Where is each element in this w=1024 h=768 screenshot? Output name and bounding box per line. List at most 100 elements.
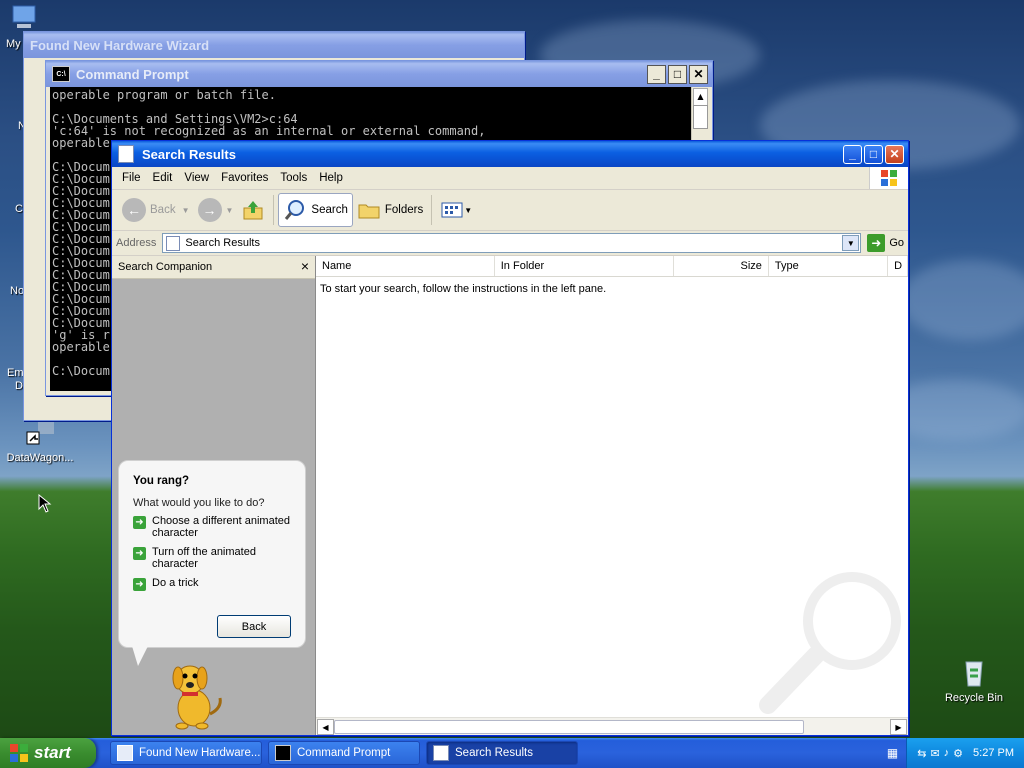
wizard-titlebar[interactable]: Found New Hardware Wizard [24, 32, 524, 58]
column-type[interactable]: Type [769, 256, 889, 276]
console-line: operable program or batch file. [52, 88, 276, 102]
desktop-icon-recycle-bin[interactable]: Recycle Bin [934, 656, 1014, 704]
up-folder-button[interactable] [237, 193, 269, 227]
start-label: start [34, 743, 71, 762]
console-line: 'c:64' is not recognized as an internal … [52, 124, 486, 138]
window-title: Command Prompt [76, 66, 189, 82]
scroll-left-icon[interactable]: ◀ [317, 719, 334, 735]
back-button[interactable]: ← Back ▼ [118, 193, 194, 227]
menu-view[interactable]: View [178, 172, 215, 184]
search-folder-icon [118, 145, 134, 163]
folders-label: Folders [384, 204, 424, 216]
maximize-button[interactable]: □ [668, 64, 687, 84]
search-companion-header: Search Companion × [112, 256, 315, 279]
tray-icon[interactable]: ✉ [930, 747, 939, 760]
cmd-titlebar[interactable]: C:\ Command Prompt _ □ ✕ [46, 61, 712, 87]
option-turn-off-character[interactable]: ➜ Turn off the animated character [133, 546, 291, 570]
close-button[interactable]: ✕ [885, 144, 904, 164]
desktop-icon-datawagon[interactable]: DataWagon... [0, 416, 80, 464]
cmd-icon: C:\ [52, 66, 70, 82]
option-choose-character[interactable]: ➜ Choose a different animated character [133, 515, 291, 539]
menu-favorites[interactable]: Favorites [215, 172, 274, 184]
menu-bar: File Edit View Favorites Tools Help [112, 167, 908, 190]
search-companion-pane: Search Companion × You rang? What would … [112, 256, 316, 735]
bubble-question: What would you like to do? [133, 497, 265, 509]
column-headers: Name In Folder Size Type D [316, 256, 908, 277]
go-arrow-icon: ➜ [867, 234, 886, 252]
windows-flag-icon [10, 744, 28, 762]
safely-remove-icon[interactable]: ⚙ [953, 747, 963, 760]
task-label: Command Prompt [297, 747, 391, 759]
task-label: Search Results [455, 747, 533, 759]
assistant-speech-bubble: You rang? What would you like to do? ➜ C… [118, 460, 306, 648]
system-tray: ⇆ ✉ ♪ ⚙ 5:27 PM [906, 738, 1024, 768]
scroll-thumb[interactable] [693, 105, 708, 129]
search-results-window[interactable]: Search Results _ □ ✕ File Edit View Favo… [111, 140, 909, 736]
minimize-button[interactable]: _ [843, 144, 862, 164]
cmd-icon [275, 745, 291, 761]
address-bar: Address Search Results ▼ ➜ Go [112, 231, 908, 256]
menu-file[interactable]: File [116, 172, 147, 184]
forward-arrow-icon: → [197, 198, 222, 222]
windows-logo-icon [869, 167, 908, 189]
option-do-a-trick[interactable]: ➜ Do a trick [133, 577, 291, 591]
clock[interactable]: 5:27 PM [973, 747, 1014, 759]
scroll-thumb[interactable] [334, 720, 804, 734]
back-label: Back [150, 204, 176, 216]
up-folder-icon [243, 201, 263, 220]
close-button[interactable]: ✕ [689, 64, 708, 84]
back-arrow-icon: ← [122, 198, 146, 222]
horizontal-scrollbar[interactable]: ◀ ▶ [316, 717, 908, 735]
folders-button[interactable]: Folders [353, 193, 427, 227]
start-button[interactable]: start [0, 738, 96, 768]
column-date[interactable]: D [888, 256, 908, 276]
arrow-right-icon: ➜ [133, 578, 146, 591]
dog-character-icon[interactable] [164, 658, 228, 730]
maximize-button[interactable]: □ [864, 144, 883, 164]
search-button[interactable]: Search [278, 193, 353, 227]
chevron-down-icon: ▼ [181, 205, 190, 215]
desktop-icon-label-fragment: No [10, 285, 25, 297]
search-folder-icon [166, 235, 181, 251]
search-label: Search [311, 204, 348, 216]
menu-tools[interactable]: Tools [274, 172, 313, 184]
explorer-content: Search Companion × You rang? What would … [112, 256, 908, 735]
minimize-button[interactable]: _ [647, 64, 666, 84]
go-label: Go [889, 237, 904, 249]
recycle-bin-icon [958, 656, 990, 688]
folders-icon [358, 204, 380, 219]
mouse-cursor-icon [38, 494, 52, 513]
menu-help[interactable]: Help [313, 172, 349, 184]
column-size[interactable]: Size [674, 256, 769, 276]
keyboard-icon[interactable]: ▦ [887, 746, 898, 760]
address-input[interactable]: Search Results ▼ [162, 233, 862, 253]
close-pane-button[interactable]: × [301, 258, 309, 274]
column-name[interactable]: Name [316, 256, 495, 276]
search-folder-icon [433, 745, 449, 761]
taskbar: start Found New Hardware... Command Prom… [0, 738, 1024, 768]
back-button[interactable]: Back [217, 615, 291, 638]
menu-edit[interactable]: Edit [147, 172, 179, 184]
desktop-icon-label-fragment: D [15, 380, 23, 392]
magnifier-watermark-icon [759, 572, 901, 714]
network-icon[interactable]: ⇆ [917, 747, 926, 760]
desktop-icon-label: DataWagon... [6, 452, 74, 464]
results-pane[interactable]: Name In Folder Size Type D To start your… [316, 256, 908, 735]
option-label: Do a trick [152, 577, 199, 589]
empty-results-message: To start your search, follow the instruc… [320, 283, 607, 295]
taskbar-item-command-prompt[interactable]: Command Prompt [268, 741, 420, 765]
views-button[interactable]: ▼ [436, 193, 476, 227]
scroll-right-icon[interactable]: ▶ [890, 719, 907, 735]
desktop-icon-label: My [6, 38, 21, 50]
column-in-folder[interactable]: In Folder [495, 256, 674, 276]
chevron-down-icon[interactable]: ▼ [842, 235, 860, 251]
scroll-up-icon[interactable]: ▲ [693, 88, 708, 106]
volume-icon[interactable]: ♪ [944, 747, 950, 759]
option-label: Choose a different animated character [152, 515, 290, 539]
go-button[interactable]: ➜ Go [867, 234, 904, 252]
taskbar-item-search-results[interactable]: Search Results [426, 741, 578, 765]
task-label: Found New Hardware... [139, 747, 261, 759]
explorer-titlebar[interactable]: Search Results _ □ ✕ [112, 141, 908, 167]
forward-button[interactable]: → ▼ [194, 193, 238, 227]
taskbar-item-hardware-wizard[interactable]: Found New Hardware... [110, 741, 262, 765]
